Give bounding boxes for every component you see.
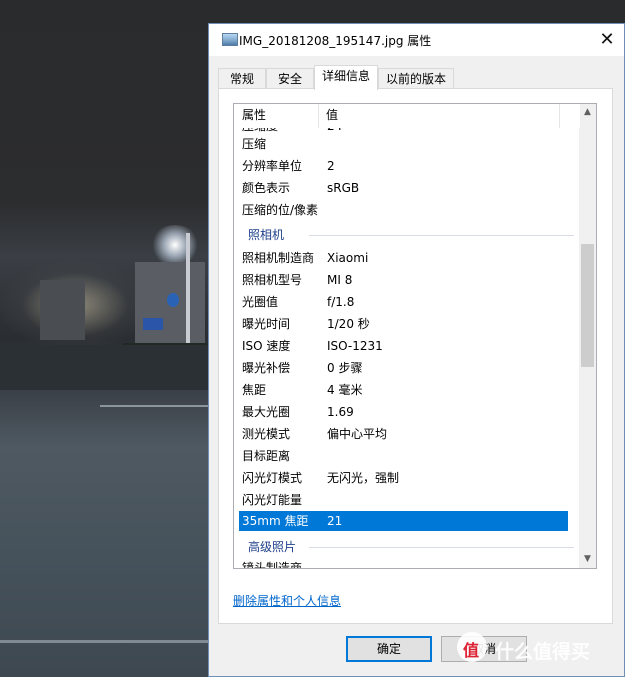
watermark-text: 什么值得买 xyxy=(495,641,591,663)
property-key: 压缩的位/像素 xyxy=(242,203,319,217)
property-key: 颜色表示 xyxy=(242,181,291,195)
vertical-scrollbar[interactable]: ▲ ▼ xyxy=(579,104,596,568)
property-key: 压缩 xyxy=(242,137,267,151)
property-value: 1.69 xyxy=(327,405,354,419)
property-value: ISO-1231 xyxy=(327,339,383,353)
property-value: 偏中心平均 xyxy=(327,427,388,441)
property-value: 2 xyxy=(327,159,335,173)
properties-dialog: IMG_20181208_195147.jpg 属性 ✕ 常规 安全 详细信息 … xyxy=(208,23,625,677)
property-value: MI 8 xyxy=(327,273,353,287)
property-list[interactable]: 压缩度 24 压缩 分辨率单位 2 颜色表示 sRGB 压缩的位/像素 xyxy=(233,103,597,569)
property-value: 0 步骤 xyxy=(327,361,363,375)
signboard xyxy=(143,318,163,330)
property-key: 照相机制造商 xyxy=(242,251,315,265)
list-item[interactable]: 照相机制造商 Xiaomi xyxy=(234,247,568,269)
property-key: 最大光圈 xyxy=(242,405,291,419)
property-key: 镜头制造商 xyxy=(242,561,303,569)
property-value: 1/20 秒 xyxy=(327,317,370,331)
watermark-badge: 值 xyxy=(463,641,480,660)
column-header-property[interactable]: 属性 xyxy=(234,104,319,128)
list-item-selected[interactable]: 35mm 焦距 21 xyxy=(239,511,568,531)
property-key: 焦距 xyxy=(242,383,267,397)
street-light-glow xyxy=(150,225,200,265)
property-value: sRGB xyxy=(327,181,360,195)
list-item[interactable]: 分辨率单位 2 xyxy=(234,155,568,177)
remove-properties-link[interactable]: 删除属性和个人信息 xyxy=(233,592,341,609)
property-value: 无闪光，强制 xyxy=(327,471,400,485)
tab-previous-versions[interactable]: 以前的版本 xyxy=(378,68,454,88)
watermark-logo-icon: 值 xyxy=(457,632,487,662)
property-value: Xiaomi xyxy=(327,251,369,265)
tab-details[interactable]: 详细信息 xyxy=(314,65,378,90)
list-item[interactable]: 曝光时间 1/20 秒 xyxy=(234,313,568,335)
list-item[interactable]: 颜色表示 sRGB xyxy=(234,177,568,199)
property-key: 测光模式 xyxy=(242,427,291,441)
group-header-advanced: 高级照片 xyxy=(234,536,580,558)
property-key: 曝光时间 xyxy=(242,317,291,331)
column-header: 属性 值 xyxy=(234,104,580,128)
road-sign xyxy=(167,293,179,307)
property-value: f/1.8 xyxy=(327,295,355,309)
road-marking xyxy=(100,405,208,407)
roadside xyxy=(0,345,210,390)
list-item[interactable]: 测光模式 偏中心平均 xyxy=(234,423,568,445)
list-item[interactable]: 照相机型号 MI 8 xyxy=(234,269,568,291)
tab-general[interactable]: 常规 xyxy=(218,68,266,88)
list-item[interactable]: 焦距 4 毫米 xyxy=(234,379,568,401)
property-key: 35mm 焦距 xyxy=(242,514,309,528)
property-value: 4 毫米 xyxy=(327,383,363,397)
group-divider xyxy=(309,547,574,548)
list-item[interactable]: ISO 速度 ISO-1231 xyxy=(234,335,568,357)
property-key: 照相机型号 xyxy=(242,273,303,287)
close-button[interactable]: ✕ xyxy=(590,24,624,56)
title-bar: IMG_20181208_195147.jpg 属性 ✕ xyxy=(209,24,624,56)
ok-button[interactable]: 确定 xyxy=(346,636,432,662)
watermark: 值 什么值得买 xyxy=(457,630,625,670)
property-key: 目标距离 xyxy=(242,449,291,463)
group-label: 高级照片 xyxy=(248,540,297,554)
property-key: 闪光灯能量 xyxy=(242,493,303,507)
property-key: ISO 速度 xyxy=(242,339,291,353)
property-key: 分辨率单位 xyxy=(242,159,303,173)
column-header-value[interactable]: 值 xyxy=(320,104,560,128)
tab-security[interactable]: 安全 xyxy=(266,68,314,88)
property-key: 光圈值 xyxy=(242,295,279,309)
list-item[interactable]: 压缩 xyxy=(234,133,568,155)
group-divider xyxy=(309,235,574,236)
scroll-down-arrow-icon[interactable]: ▼ xyxy=(579,551,596,568)
list-item[interactable]: 镜头制造商 xyxy=(234,557,568,569)
list-item[interactable]: 最大光圈 1.69 xyxy=(234,401,568,423)
property-key: 闪光灯模式 xyxy=(242,471,303,485)
window-title: IMG_20181208_195147.jpg 属性 xyxy=(239,34,432,48)
property-value: 21 xyxy=(327,514,343,528)
building xyxy=(40,280,85,340)
scrollbar-thumb[interactable] xyxy=(581,244,594,367)
group-header-camera: 照相机 xyxy=(234,224,580,246)
list-item[interactable]: 闪光灯模式 无闪光，强制 xyxy=(234,467,568,489)
road-marking xyxy=(0,640,208,643)
list-item[interactable]: 压缩的位/像素 xyxy=(234,199,568,221)
list-item[interactable]: 曝光补偿 0 步骤 xyxy=(234,357,568,379)
list-item[interactable]: 闪光灯能量 xyxy=(234,489,568,511)
list-item[interactable]: 光圈值 f/1.8 xyxy=(234,291,568,313)
list-item[interactable]: 目标距离 xyxy=(234,445,568,467)
image-file-icon xyxy=(222,33,238,46)
details-panel: 压缩度 24 压缩 分辨率单位 2 颜色表示 sRGB 压缩的位/像素 xyxy=(218,88,613,624)
scroll-up-arrow-icon[interactable]: ▲ xyxy=(579,104,596,121)
property-rows: 压缩度 24 压缩 分辨率单位 2 颜色表示 sRGB 压缩的位/像素 xyxy=(234,104,580,569)
group-label: 照相机 xyxy=(248,228,285,242)
property-key: 曝光补偿 xyxy=(242,361,291,375)
